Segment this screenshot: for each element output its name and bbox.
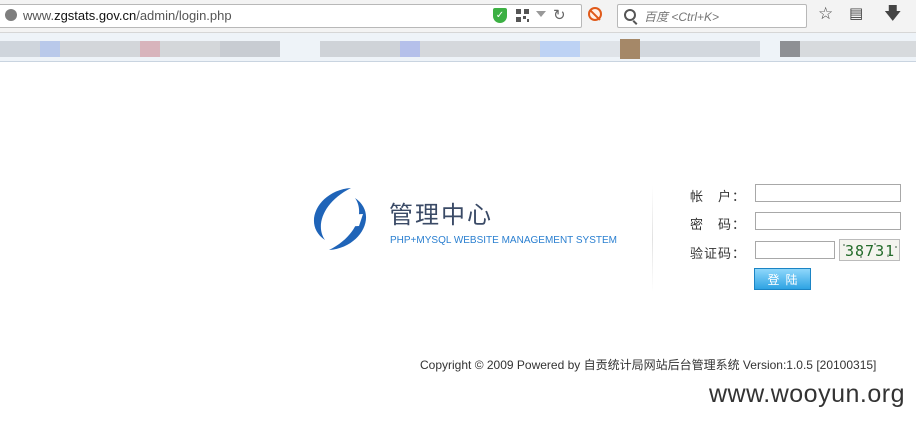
bookmark-item[interactable] [400, 41, 420, 57]
bookmark-item[interactable] [780, 41, 800, 57]
logo-subtitle: PHP+MYSQL WEBSITE MANAGEMENT SYSTEM [390, 235, 617, 246]
copyright-text: Copyright © 2009 Powered by 自贡统计局网站后台管理系… [420, 358, 877, 372]
search-placeholder: 百度 <Ctrl+K> [644, 10, 720, 24]
search-icon [624, 9, 636, 21]
captcha-noise [843, 244, 845, 246]
divider [652, 186, 653, 292]
star-icon[interactable]: ☆ [818, 3, 833, 25]
bookmark-item[interactable] [220, 41, 280, 57]
bookmarks-bar [0, 33, 916, 62]
bookmark-item[interactable] [60, 41, 140, 57]
bookmark-item[interactable] [40, 41, 60, 57]
watermark-text: www.wooyun.org [709, 380, 905, 408]
bookmark-item[interactable] [0, 41, 40, 57]
captcha-noise [874, 243, 876, 245]
password-label: 密 码： [690, 217, 747, 232]
captcha-image[interactable]: 38731 [839, 239, 900, 261]
captcha-noise [895, 246, 897, 248]
logo-icon [313, 188, 367, 250]
bookmark-item[interactable] [140, 41, 160, 57]
chevron-down-icon[interactable] [536, 11, 546, 17]
block-icon[interactable] [588, 7, 602, 21]
captcha-label: 验证码： [690, 246, 747, 261]
captcha-noise [887, 255, 889, 257]
captcha-noise [860, 256, 862, 258]
address-bar[interactable]: www.zgstats.gov.cn/admin/login.php ✓ ↻ [0, 4, 582, 28]
reload-icon[interactable]: ↻ [553, 6, 566, 24]
globe-icon [5, 9, 17, 21]
bookmark-item[interactable] [580, 41, 620, 57]
captcha-input[interactable] [755, 241, 835, 259]
bookmark-item[interactable] [420, 41, 540, 57]
url-text[interactable]: www.zgstats.gov.cn/admin/login.php [23, 8, 232, 23]
shield-icon[interactable]: ✓ [493, 8, 507, 23]
browser-toolbar: www.zgstats.gov.cn/admin/login.php ✓ ↻ 百… [0, 0, 916, 33]
account-input[interactable] [755, 184, 901, 202]
download-icon[interactable]: 🡇 [884, 3, 901, 25]
account-label: 帐 户： [690, 189, 747, 204]
qr-code-icon[interactable] [516, 9, 529, 22]
search-bar[interactable]: 百度 <Ctrl+K> [617, 4, 807, 28]
login-button[interactable]: 登陆 [754, 268, 811, 290]
bookmark-item[interactable] [540, 41, 580, 57]
bookmark-item[interactable] [620, 39, 640, 59]
bookmark-item[interactable] [640, 41, 760, 57]
bookmark-item[interactable] [800, 41, 916, 57]
bookmark-item[interactable] [320, 41, 400, 57]
clipboard-icon[interactable]: ▤ [849, 3, 863, 25]
logo-title: 管理中心 [389, 202, 493, 229]
captcha-text: 38731 [845, 242, 896, 260]
password-input[interactable] [755, 212, 901, 230]
bookmark-item[interactable] [160, 41, 220, 57]
